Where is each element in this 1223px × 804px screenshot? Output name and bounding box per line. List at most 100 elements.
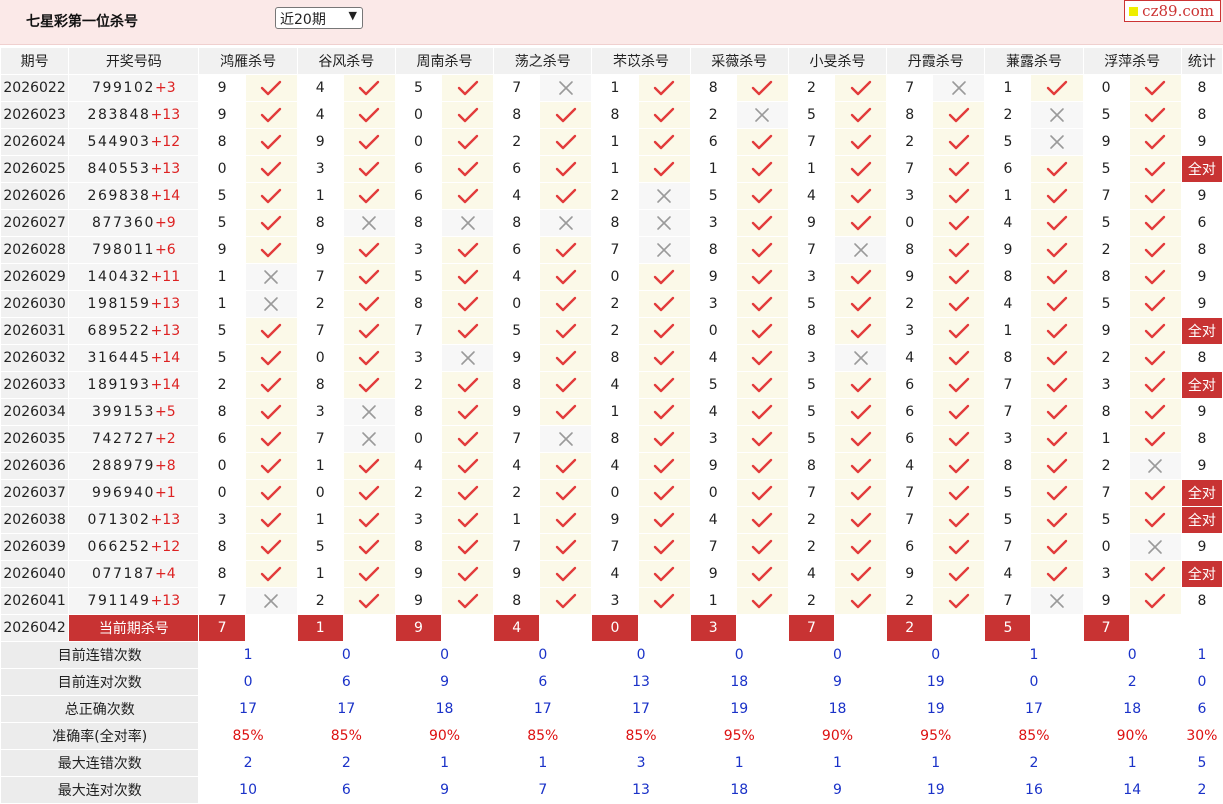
logo-square-icon (1129, 7, 1139, 16)
check-icon (737, 215, 787, 231)
kill-number-cell: 3 (394, 236, 443, 264)
result-cell (637, 128, 691, 156)
check-icon (246, 566, 296, 582)
kill-number-cell: 1 (296, 560, 344, 588)
result-cell (1128, 506, 1182, 534)
result-cell (342, 452, 396, 480)
result-cell (735, 101, 789, 129)
draw-digits: 791149 (87, 593, 151, 609)
current-kill-number: 2 (886, 614, 934, 642)
result-cell (441, 425, 495, 453)
check-icon (737, 566, 787, 582)
draw-bonus: +13 (150, 593, 181, 609)
kill-number-cell: 0 (689, 317, 737, 345)
summary-value: 0 (787, 641, 888, 669)
result-cell (342, 479, 396, 507)
check-icon (541, 458, 591, 474)
result-cell (1030, 101, 1084, 129)
kill-number-cell: 8 (198, 533, 246, 561)
kill-number-cell: 4 (984, 560, 1032, 588)
result-cell (833, 209, 888, 237)
check-icon (1032, 161, 1082, 177)
cross-icon (639, 188, 689, 204)
kill-number-cell: 8 (493, 101, 541, 129)
site-logo[interactable]: cz89.com (1124, 0, 1221, 22)
check-icon (246, 80, 296, 96)
check-icon (541, 377, 591, 393)
result-cell (637, 587, 691, 615)
check-icon (443, 593, 493, 609)
cross-icon (1032, 593, 1082, 609)
result-cell (244, 533, 298, 561)
kill-number-cell: 0 (591, 479, 639, 507)
check-icon (443, 458, 493, 474)
table-row: 2026024 544903+12 8 9 0 2 1 6 7 2 5 9 9 (0, 128, 1223, 156)
correct-count-cell: 8 (1180, 236, 1223, 264)
check-icon (541, 485, 591, 501)
result-cell (1030, 344, 1084, 372)
summary-value: 19 (689, 695, 789, 723)
kill-number-cell: 7 (296, 425, 344, 453)
kill-number-cell: 4 (591, 452, 639, 480)
table-header-row: 期号 开奖号码 鸿雁杀号 谷风杀号 周南杀号 荡之杀号 芣苡杀号 采薇杀号 小旻杀号 丹霞杀号 蒹露… (0, 47, 1223, 75)
result-cell (342, 344, 396, 372)
result-cell (342, 533, 396, 561)
check-icon (639, 458, 689, 474)
result-cell (441, 101, 495, 129)
result-cell (637, 182, 691, 210)
result-cell (833, 290, 888, 318)
kill-number-cell: 0 (493, 290, 541, 318)
check-icon (934, 539, 984, 555)
kill-number-cell: 8 (1082, 398, 1130, 426)
summary-row: 准确率(全对率) 85% 85% 90% 85% 85% 95% 90% 95% 85% 90% 30… (0, 722, 1223, 750)
kill-number-cell: 1 (591, 398, 639, 426)
kill-number-cell: 2 (591, 317, 639, 345)
kill-number-cell: 1 (198, 290, 246, 318)
check-icon (541, 593, 591, 609)
summary-value: 0 (198, 668, 298, 696)
check-icon (934, 323, 984, 339)
summary-label: 最大连对次数 (0, 776, 200, 804)
summary-value: 85% (296, 722, 396, 750)
check-icon (443, 485, 493, 501)
current-blank-cell (1030, 614, 1084, 642)
draw-digits: 544903 (87, 134, 151, 150)
result-cell (342, 182, 396, 210)
draw-number-cell: 269838+14 (68, 182, 200, 210)
result-cell (1030, 128, 1084, 156)
kill-number-cell: 0 (394, 101, 443, 129)
check-icon (443, 188, 493, 204)
kill-number-cell: 5 (984, 479, 1032, 507)
check-icon (737, 134, 787, 150)
check-icon (835, 404, 885, 420)
kill-number-cell: 8 (984, 263, 1032, 291)
draw-digits: 269838 (87, 188, 151, 204)
kill-number-cell: 1 (591, 155, 639, 183)
correct-count-cell: 9 (1180, 533, 1223, 561)
summary-value: 0 (689, 641, 789, 669)
check-icon (344, 377, 394, 393)
result-cell (441, 74, 495, 102)
result-cell (441, 371, 495, 399)
check-icon (737, 431, 787, 447)
result-cell (932, 506, 986, 534)
all-correct-badge: 全对 (1180, 155, 1223, 183)
check-icon (835, 296, 885, 312)
correct-count-cell: 8 (1180, 587, 1223, 615)
summary-row: 总正确次数 17 17 18 17 17 19 18 19 17 18 6 (0, 695, 1223, 723)
kill-number-cell: 4 (689, 506, 737, 534)
check-icon (1032, 269, 1082, 285)
kill-number-cell: 9 (1082, 128, 1130, 156)
period-range-select[interactable]: 近20期 ▼ (275, 7, 363, 29)
correct-count-cell: 8 (1180, 425, 1223, 453)
summary-value: 0 (886, 641, 986, 669)
result-cell (637, 155, 691, 183)
check-icon (1130, 242, 1180, 258)
result-cell (1128, 236, 1182, 264)
result-cell (833, 263, 888, 291)
check-icon (1032, 566, 1082, 582)
period-cell: 2026040 (0, 560, 70, 588)
kill-number-cell: 2 (493, 128, 541, 156)
col-header-expert: 鸿雁杀号 (198, 47, 298, 75)
summary-value: 1 (493, 749, 593, 777)
